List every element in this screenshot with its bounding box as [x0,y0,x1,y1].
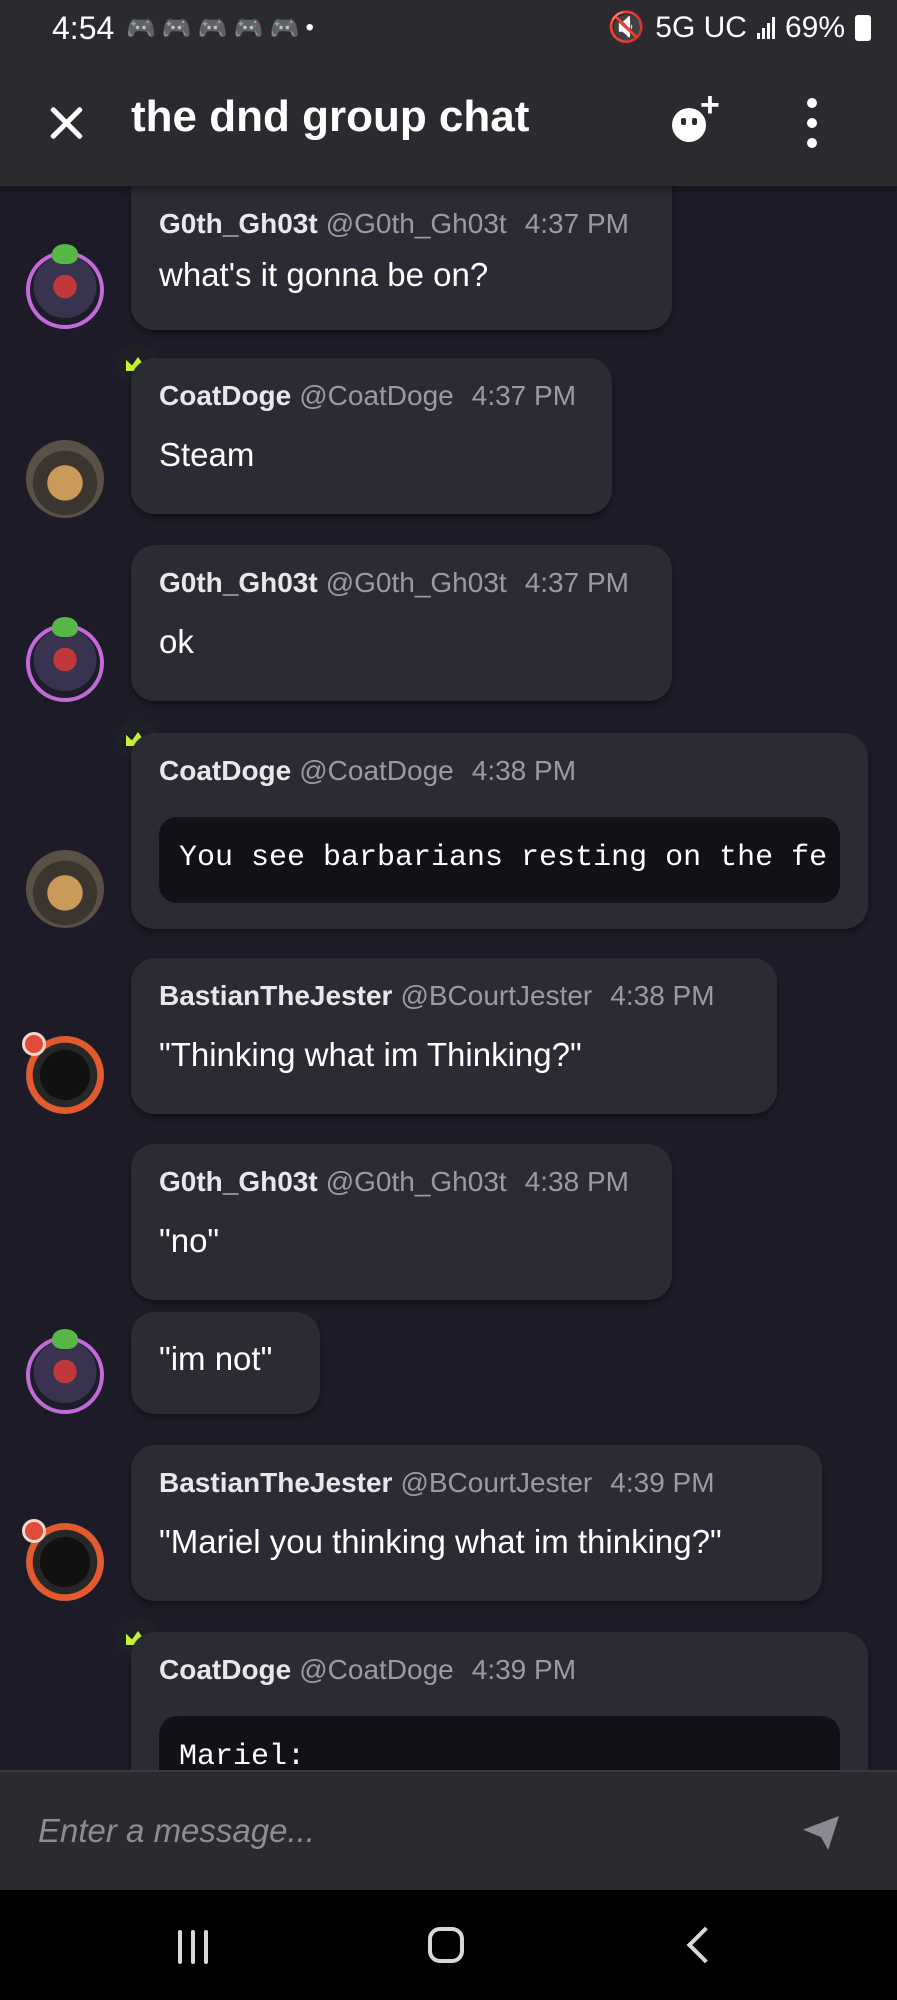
message-handle: @G0th_Gh03t [325,567,507,598]
send-icon[interactable] [803,1816,839,1850]
frog-badge-icon [52,1329,78,1349]
message-bubble[interactable]: CoatDoge @CoatDoge 4:37 PM Steam [131,358,612,514]
discord-icon: 🎮 [126,15,156,42]
code-text: You see barbarians resting on the fe [179,841,828,875]
message-list[interactable]: G0th_Gh03t @G0th_Gh03t 4:37 PM what's it g… [0,186,897,1770]
message-bubble[interactable]: G0th_Gh03t @G0th_Gh03t 4:37 PM ok [131,545,672,701]
message-handle: @G0th_Gh03t [325,1166,507,1197]
dot-icon [807,138,817,148]
notification-icons: 🎮 🎮 🎮 🎮 🎮 • [126,14,314,43]
message-handle: @G0th_Gh03t [325,208,507,239]
message-handle: @BCourtJester [400,1467,593,1498]
message-time: 4:39 PM [471,1654,577,1685]
status-time: 4:54 [52,10,115,46]
discord-icon: 🎮 [233,15,264,42]
message-time: 4:37 PM [524,567,629,598]
message-text: Steam [159,436,255,473]
message-bubble[interactable]: CoatDoge @CoatDoge 4:39 PM Mariel: [131,1632,868,1770]
mute-icon: 🔇 [607,11,646,44]
network-label: 5G UC [655,10,747,44]
message-time: 4:37 PM [524,208,629,239]
message-time: 4:39 PM [610,1467,715,1498]
message-author[interactable]: G0th_Gh03t [159,208,318,239]
message-time: 4:37 PM [471,380,577,411]
message-time: 4:38 PM [524,1166,629,1197]
system-nav-bar [0,1890,897,2000]
message-bubble[interactable]: BastianTheJester @BCourtJester 4:39 PM "Ma… [131,1445,822,1601]
avatar[interactable] [26,850,104,928]
message-author[interactable]: CoatDoge [159,380,291,411]
message-author[interactable]: BastianTheJester [159,1467,392,1498]
message-author[interactable]: CoatDoge [159,755,291,786]
plus-icon: + [700,86,720,124]
clown-badge-icon [22,1032,46,1056]
status-bar: 4:54 🎮 🎮 🎮 🎮 🎮 • 🔇 5G UC 69% [0,0,897,60]
message-handle: @CoatDoge [299,755,454,786]
message-time: 4:38 PM [471,755,577,786]
message-handle: @CoatDoge [299,380,454,411]
message-text: "Mariel you thinking what im thinking?" [159,1523,722,1560]
discord-icon: 🎮 [269,15,300,42]
message-author[interactable]: G0th_Gh03t [159,1166,318,1197]
message-text: "no" [159,1222,220,1259]
message-author[interactable]: BastianTheJester [159,980,392,1011]
frog-badge-icon [52,244,78,264]
code-block[interactable]: You see barbarians resting on the fe [159,817,840,903]
status-right: 🔇 5G UC 69% [608,10,871,45]
close-button[interactable] [40,98,92,150]
message-text: what's it gonna be on? [159,256,489,293]
battery-label: 69% [784,10,845,44]
avatar[interactable] [26,440,104,518]
message-handle: @CoatDoge [299,1654,454,1685]
message-bubble[interactable]: G0th_Gh03t @G0th_Gh03t 4:38 PM "no" [131,1144,672,1300]
message-bubble[interactable]: G0th_Gh03t @G0th_Gh03t 4:37 PM what's it g… [131,186,672,330]
dot-icon [807,98,817,108]
back-button[interactable] [686,1926,724,1964]
more-options-button[interactable] [800,98,824,148]
message-time: 4:38 PM [610,980,715,1011]
recents-button[interactable] [178,1930,208,1964]
message-handle: @BCourtJester [400,980,593,1011]
chat-header: the dnd group chat + [0,60,897,186]
discord-icon: 🎮 [161,15,192,42]
frog-badge-icon [52,617,78,637]
dot-icon [807,118,817,128]
battery-icon [855,14,871,41]
message-bubble[interactable]: CoatDoge @CoatDoge 4:38 PM You see barbari… [131,733,868,929]
message-composer: Enter a message... [0,1770,897,1892]
discord-icon: 🎮 [197,15,228,42]
message-input[interactable]: Enter a message... [38,1812,315,1850]
message-bubble[interactable]: "im not" [131,1312,320,1414]
home-button[interactable] [428,1927,464,1963]
message-bubble[interactable]: BastianTheJester @BCourtJester 4:38 PM "Th… [131,958,777,1114]
message-text: ok [159,623,194,660]
message-author[interactable]: G0th_Gh03t [159,567,318,598]
code-block[interactable]: Mariel: [159,1716,840,1770]
message-author[interactable]: CoatDoge [159,1654,291,1685]
signal-icon [756,16,775,39]
chat-title: the dnd group chat [131,92,530,141]
clown-badge-icon [22,1519,46,1543]
add-member-button[interactable]: + [668,86,732,154]
message-text: "Thinking what im Thinking?" [159,1036,582,1073]
status-dot: • [305,14,314,41]
message-text: "im not" [159,1340,273,1377]
code-text: Mariel: [179,1740,306,1770]
